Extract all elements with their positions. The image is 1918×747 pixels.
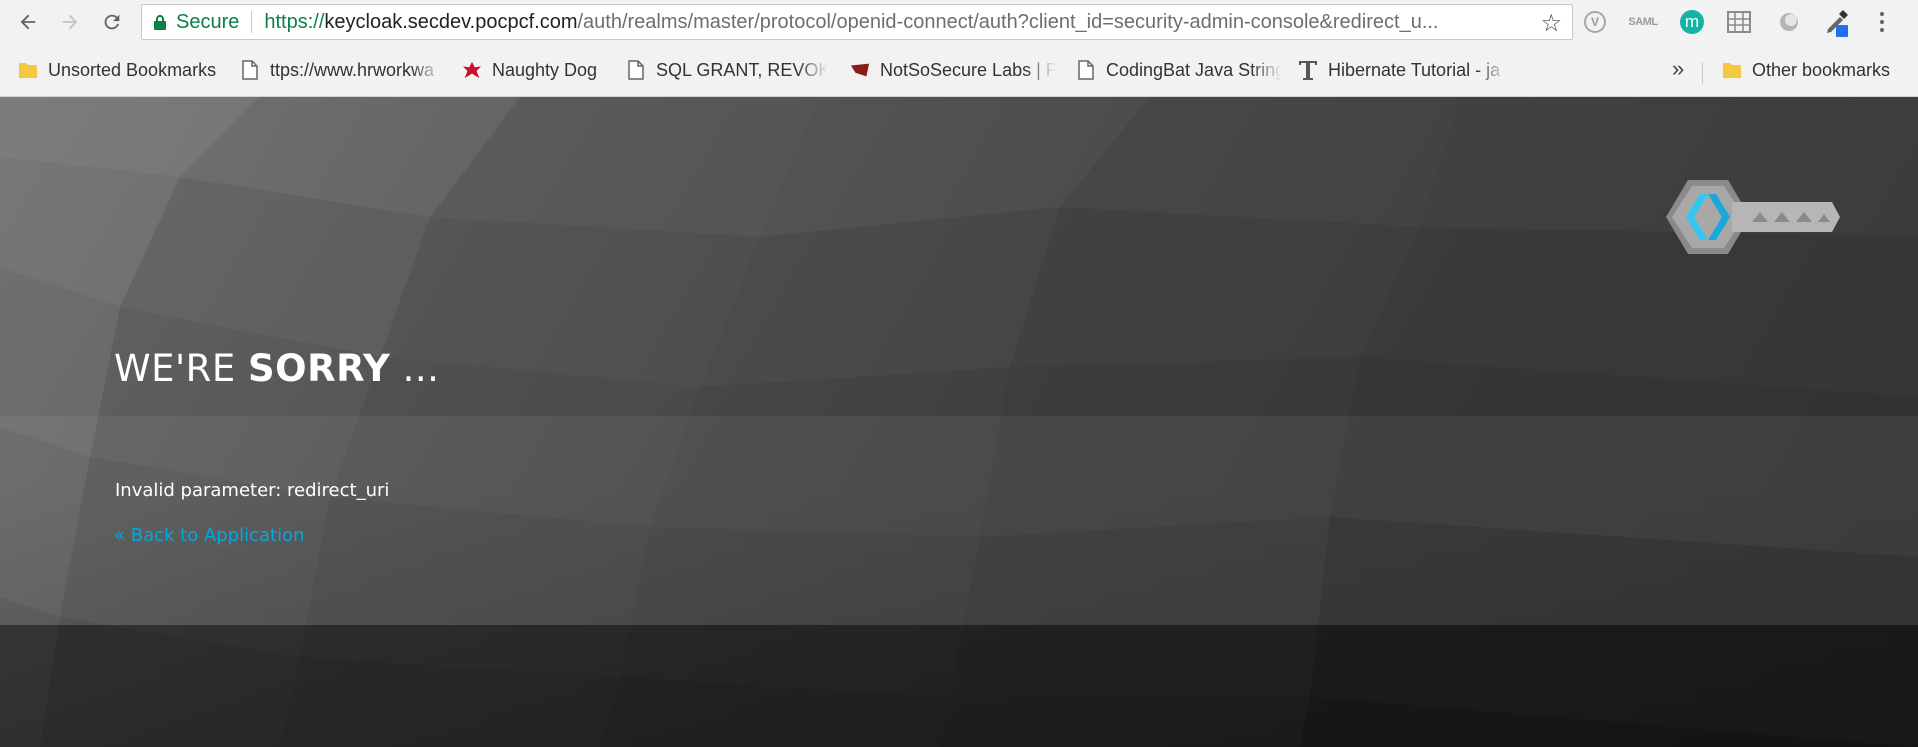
bookmark-sql-grant[interactable]: SQL GRANT, REVOKE bbox=[626, 56, 828, 84]
vpn-extension-icon[interactable]: V bbox=[1584, 11, 1606, 33]
browser-toolbar: Secure https://keycloak.secdev.pocpcf.co… bbox=[0, 0, 1918, 44]
bookmarks-more-button[interactable]: » bbox=[1672, 56, 1684, 82]
address-bar[interactable]: Secure https://keycloak.secdev.pocpcf.co… bbox=[141, 4, 1573, 40]
forward-arrow-icon[interactable] bbox=[54, 6, 86, 38]
secure-label: Secure bbox=[176, 10, 240, 33]
circle-extension-icon[interactable] bbox=[1776, 9, 1802, 35]
bookmark-label: Hibernate Tutorial - ja bbox=[1328, 59, 1501, 80]
bookmark-label: Naughty Dog bbox=[492, 59, 598, 80]
bookmarks-separator bbox=[1702, 62, 1703, 84]
back-to-application-link[interactable]: « Back to Application bbox=[114, 525, 305, 546]
bookmark-other[interactable]: Other bookmarks bbox=[1722, 56, 1912, 84]
url-host: keycloak.secdev.pocpcf.com bbox=[324, 10, 578, 33]
page-icon bbox=[1076, 59, 1096, 81]
t-icon bbox=[1298, 59, 1318, 81]
url-path: /auth/realms/master/protocol/openid-conn… bbox=[577, 10, 1439, 33]
bookmark-label: ttps://www.hrworkwa bbox=[270, 59, 435, 80]
title-light: WE'RE bbox=[114, 347, 248, 390]
bookmark-star-icon[interactable]: ☆ bbox=[1540, 9, 1562, 38]
bookmark-label: CodingBat Java String bbox=[1106, 59, 1282, 80]
bookmark-unsorted[interactable]: Unsorted Bookmarks bbox=[18, 56, 228, 84]
url-text[interactable]: https://keycloak.secdev.pocpcf.com/auth/… bbox=[264, 11, 1438, 34]
bookmark-codingbat[interactable]: CodingBat Java String bbox=[1076, 56, 1282, 84]
error-message: Invalid parameter: redirect_uri bbox=[115, 480, 390, 501]
bookmark-naughty-dog[interactable]: Naughty Dog bbox=[462, 56, 622, 84]
folder-icon bbox=[1722, 59, 1742, 81]
page-title: WE'RE SORRY ... bbox=[114, 347, 439, 390]
vpn-extension-label: V bbox=[1590, 15, 1599, 29]
content-band bbox=[0, 416, 1918, 625]
bookmark-label: NotSoSecure Labs | F bbox=[880, 59, 1056, 80]
bookmark-label: Unsorted Bookmarks bbox=[48, 59, 217, 80]
keycloak-logo bbox=[1666, 180, 1840, 254]
saml-extension-icon[interactable]: SAML bbox=[1628, 9, 1658, 35]
title-tail: ... bbox=[390, 347, 440, 390]
url-scheme: https:// bbox=[264, 10, 325, 33]
bookmarks-bar: Unsorted Bookmarks ttps://www.hrworkwa N… bbox=[0, 44, 1918, 97]
footer-band bbox=[0, 625, 1918, 747]
page-icon bbox=[626, 59, 646, 81]
browser-menu-icon[interactable] bbox=[1872, 8, 1892, 36]
m-extension-icon[interactable]: m bbox=[1680, 10, 1704, 34]
back-arrow-icon[interactable] bbox=[12, 6, 44, 38]
naughty-dog-icon bbox=[462, 59, 482, 81]
bookmark-label: SQL GRANT, REVOKE bbox=[656, 59, 828, 80]
eyedropper-extension-icon[interactable] bbox=[1824, 9, 1850, 37]
notsosecure-icon bbox=[850, 59, 870, 81]
keycloak-error-page: WE'RE SORRY ... Invalid parameter: redir… bbox=[0, 97, 1918, 747]
bookmark-notsosecure[interactable]: NotSoSecure Labs | F bbox=[850, 56, 1056, 84]
m-extension-label: m bbox=[1684, 12, 1700, 31]
saml-extension-label: SAML bbox=[1628, 16, 1658, 28]
bookmark-label: Other bookmarks bbox=[1752, 59, 1891, 80]
bookmark-hibernate[interactable]: Hibernate Tutorial - ja bbox=[1298, 56, 1508, 84]
folder-icon bbox=[18, 59, 38, 81]
omnibox-separator bbox=[251, 11, 253, 33]
reload-icon[interactable] bbox=[96, 6, 128, 38]
bookmark-hrworkwa[interactable]: ttps://www.hrworkwa bbox=[240, 56, 442, 84]
grid-extension-icon[interactable] bbox=[1726, 9, 1752, 35]
lock-icon bbox=[154, 15, 166, 30]
page-icon bbox=[240, 59, 260, 81]
title-bold: SORRY bbox=[247, 347, 391, 390]
